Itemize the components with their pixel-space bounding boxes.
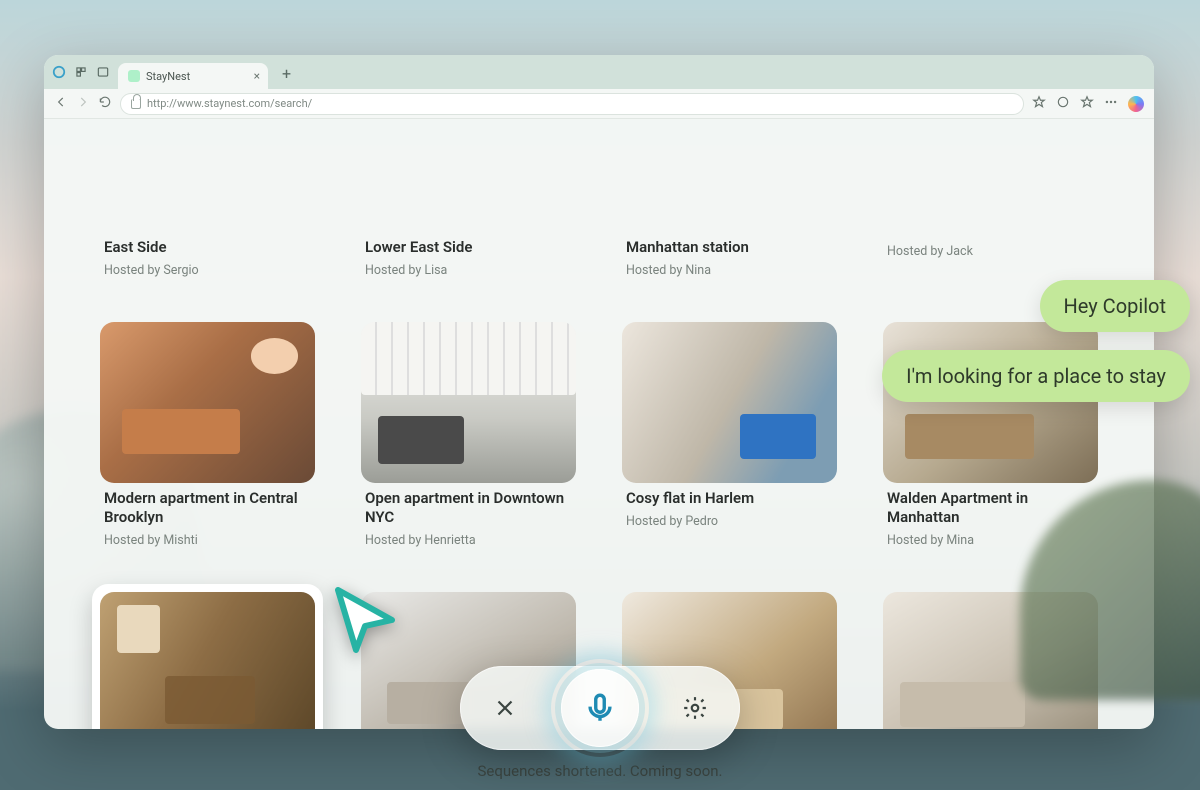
listing-thumbnail bbox=[361, 322, 576, 483]
edge-icon bbox=[52, 64, 66, 83]
collections-icon[interactable] bbox=[1080, 94, 1094, 113]
new-tab-button[interactable]: + bbox=[276, 64, 297, 89]
listing-thumbnail bbox=[100, 592, 315, 729]
tab-strip: StayNest × + bbox=[44, 55, 1154, 89]
listing-card[interactable]: Lower East Side Hosted by Lisa bbox=[353, 119, 584, 290]
listing-host: Hosted by Jack bbox=[883, 244, 1098, 259]
mic-button[interactable] bbox=[561, 669, 639, 747]
extensions-icon[interactable] bbox=[1056, 94, 1070, 113]
listing-card[interactable]: Bohemian Loft in Downtown NYHosted by Ne… bbox=[92, 584, 323, 729]
nav-back-icon[interactable] bbox=[54, 94, 68, 113]
promo-caption: Sequences shortened. Coming soon. bbox=[477, 762, 722, 780]
listing-card[interactable]: Modern apartment in Central Brooklyn Host… bbox=[92, 314, 323, 560]
address-bar: http://www.staynest.com/search/ bbox=[44, 89, 1154, 119]
copilot-icon[interactable] bbox=[1128, 96, 1144, 112]
listing-title: Open apartment in Downtown NYC bbox=[361, 489, 576, 527]
listing-host: Hosted by Nina bbox=[622, 263, 837, 278]
listing-host: Hosted by Mishti bbox=[100, 533, 315, 548]
url-input[interactable]: http://www.staynest.com/search/ bbox=[120, 93, 1024, 115]
listing-card[interactable]: Manhattan station Hosted by Nina bbox=[614, 119, 845, 290]
listing-title: East Side bbox=[100, 238, 315, 257]
favicon bbox=[128, 70, 140, 82]
listing-host: Hosted by Pedro bbox=[622, 514, 837, 529]
listing-card[interactable]: East Side Hosted by Sergio bbox=[92, 119, 323, 290]
voice-control-pill bbox=[460, 666, 740, 750]
favorite-icon[interactable] bbox=[1032, 94, 1046, 113]
listing-title: Manhattan station bbox=[622, 238, 837, 257]
browser-tab[interactable]: StayNest × bbox=[118, 63, 268, 89]
listing-thumbnail bbox=[622, 322, 837, 483]
workspace-icon[interactable] bbox=[74, 64, 88, 83]
listing-host: Hosted by Henrietta bbox=[361, 533, 576, 548]
refresh-icon[interactable] bbox=[98, 94, 112, 113]
listing-title: Modern apartment in Central Brooklyn bbox=[100, 489, 315, 527]
listing-card[interactable]: Cosy flat in Harlem Hosted by Pedro bbox=[614, 314, 845, 560]
voice-settings-button[interactable] bbox=[678, 691, 712, 725]
listing-thumbnail bbox=[883, 592, 1098, 729]
tab-actions-icon[interactable] bbox=[96, 64, 110, 83]
close-tab-icon[interactable]: × bbox=[254, 69, 260, 83]
listing-card[interactable]: Hosted by Jack bbox=[875, 119, 1106, 290]
listing-title: Walden Apartment in Manhattan bbox=[883, 489, 1098, 527]
tab-title: StayNest bbox=[146, 70, 190, 83]
listing-card[interactable]: Open apartment in Downtown NYC Hosted by … bbox=[353, 314, 584, 560]
listing-host: Hosted by Lisa bbox=[361, 263, 576, 278]
copilot-bubble: Hey Copilot bbox=[1040, 280, 1191, 332]
url-text: http://www.staynest.com/search/ bbox=[147, 97, 312, 110]
close-voice-button[interactable] bbox=[488, 691, 522, 725]
nav-forward-icon bbox=[76, 94, 90, 113]
copilot-bubbles: Hey Copilot I'm looking for a place to s… bbox=[882, 280, 1190, 402]
listing-title: Lower East Side bbox=[361, 238, 576, 257]
listing-card[interactable]: Open plan warehouse conversion in Brookl… bbox=[875, 584, 1106, 729]
lock-icon bbox=[131, 99, 141, 109]
listing-title: Cosy flat in Harlem bbox=[622, 489, 837, 508]
listing-host: Hosted by Sergio bbox=[100, 263, 315, 278]
page-content: East Side Hosted by Sergio Lower East Side… bbox=[44, 119, 1154, 729]
more-icon[interactable] bbox=[1104, 94, 1118, 113]
listing-thumbnail bbox=[100, 322, 315, 483]
listing-grid: East Side Hosted by Sergio Lower East Side… bbox=[44, 119, 1154, 729]
copilot-bubble: I'm looking for a place to stay bbox=[882, 350, 1190, 402]
listing-host: Hosted by Mina bbox=[883, 533, 1098, 548]
